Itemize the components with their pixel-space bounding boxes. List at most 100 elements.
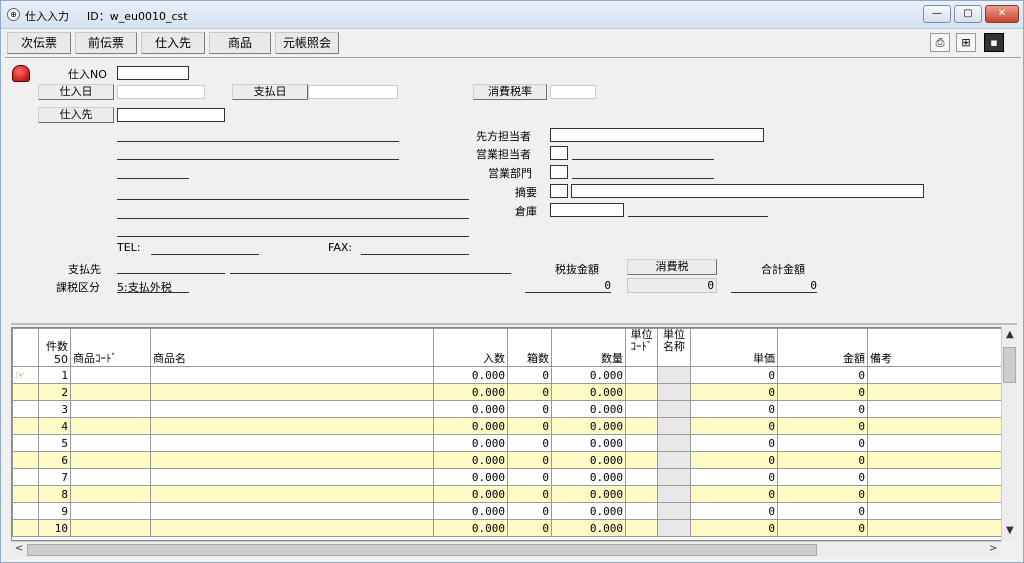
table-row[interactable]: 8 0.000 0 0.000 0 0 — [12, 485, 1009, 503]
row-kingaku-cell[interactable]: 0 — [777, 451, 868, 469]
row-tani-name-cell[interactable] — [657, 383, 691, 401]
kingaku-header[interactable]: 金額 — [777, 328, 868, 367]
product-button[interactable]: 商品 — [209, 32, 271, 54]
row-suryo-cell[interactable]: 0.000 — [551, 366, 626, 384]
row-name-cell[interactable] — [150, 519, 434, 537]
tani-code-header[interactable]: 単位ｺｰﾄﾞ — [625, 328, 658, 367]
horizontal-scrollbar[interactable]: < > — [11, 541, 1001, 557]
row-code-cell[interactable] — [70, 502, 151, 520]
row-biko-cell[interactable] — [867, 383, 1009, 401]
row-tani-name-cell[interactable] — [657, 366, 691, 384]
row-irisu-cell[interactable]: 0.000 — [433, 451, 508, 469]
row-code-cell[interactable] — [70, 434, 151, 452]
vertical-scrollbar[interactable]: ▲ ▼ — [1001, 327, 1017, 541]
row-irisu-cell[interactable]: 0.000 — [433, 366, 508, 384]
print-preview-icon[interactable]: ⎙ — [930, 33, 950, 52]
row-number[interactable]: 7 — [38, 468, 71, 486]
row-tani-code-cell[interactable] — [625, 383, 658, 401]
row-biko-cell[interactable] — [867, 485, 1009, 503]
grid-view-icon[interactable]: ⊞ — [956, 33, 976, 52]
row-irisu-cell[interactable]: 0.000 — [433, 468, 508, 486]
row-number[interactable]: 4 — [38, 417, 71, 435]
row-code-cell[interactable] — [70, 417, 151, 435]
save-icon[interactable]: ▪ — [984, 33, 1004, 52]
row-tani-code-cell[interactable] — [625, 417, 658, 435]
row-code-cell[interactable] — [70, 519, 151, 537]
row-name-cell[interactable] — [150, 366, 434, 384]
row-hakosu-cell[interactable]: 0 — [507, 519, 552, 537]
row-suryo-cell[interactable]: 0.000 — [551, 519, 626, 537]
horizontal-scroll-thumb[interactable] — [27, 544, 817, 556]
row-tani-name-cell[interactable] — [657, 519, 691, 537]
row-irisu-cell[interactable]: 0.000 — [433, 502, 508, 520]
row-tanka-cell[interactable]: 0 — [690, 366, 778, 384]
row-tani-code-cell[interactable] — [625, 485, 658, 503]
row-suryo-cell[interactable]: 0.000 — [551, 502, 626, 520]
shiire-no-input[interactable] — [117, 66, 189, 80]
row-biko-cell[interactable] — [867, 468, 1009, 486]
row-hakosu-cell[interactable]: 0 — [507, 502, 552, 520]
row-irisu-cell[interactable]: 0.000 — [433, 400, 508, 418]
soko-code-input[interactable] — [550, 203, 624, 217]
row-kingaku-cell[interactable]: 0 — [777, 400, 868, 418]
table-row[interactable]: 2 0.000 0 0.000 0 0 — [12, 383, 1009, 401]
row-kingaku-cell[interactable]: 0 — [777, 417, 868, 435]
row-biko-cell[interactable] — [867, 366, 1009, 384]
row-code-cell[interactable] — [70, 400, 151, 418]
row-tani-name-cell[interactable] — [657, 502, 691, 520]
row-suryo-cell[interactable]: 0.000 — [551, 434, 626, 452]
scroll-right-icon[interactable]: > — [989, 543, 997, 554]
biko-header[interactable]: 備考 — [867, 328, 1009, 367]
row-irisu-cell[interactable]: 0.000 — [433, 485, 508, 503]
shiiresaki-button[interactable]: 仕入先 — [38, 107, 114, 123]
table-row[interactable]: ☞ 1 0.000 0 0.000 0 0 — [12, 366, 1009, 384]
row-tani-code-cell[interactable] — [625, 502, 658, 520]
row-number[interactable]: 5 — [38, 434, 71, 452]
row-kingaku-cell[interactable]: 0 — [777, 468, 868, 486]
irisu-header[interactable]: 入数 — [433, 328, 508, 367]
row-name-cell[interactable] — [150, 400, 434, 418]
row-kingaku-cell[interactable]: 0 — [777, 366, 868, 384]
hakosu-header[interactable]: 箱数 — [507, 328, 552, 367]
row-tanka-cell[interactable]: 0 — [690, 485, 778, 503]
table-row[interactable]: 6 0.000 0 0.000 0 0 — [12, 451, 1009, 469]
row-suryo-cell[interactable]: 0.000 — [551, 485, 626, 503]
next-slip-button[interactable]: 次伝票 — [7, 32, 71, 54]
tani-name-header[interactable]: 単位名称 — [657, 328, 691, 367]
row-kingaku-cell[interactable]: 0 — [777, 383, 868, 401]
shiharai-date-button[interactable]: 支払日 — [232, 84, 308, 100]
row-tanka-cell[interactable]: 0 — [690, 451, 778, 469]
row-irisu-cell[interactable]: 0.000 — [433, 417, 508, 435]
row-biko-cell[interactable] — [867, 502, 1009, 520]
row-hakosu-cell[interactable]: 0 — [507, 400, 552, 418]
row-suryo-cell[interactable]: 0.000 — [551, 468, 626, 486]
row-tani-code-cell[interactable] — [625, 468, 658, 486]
tanka-header[interactable]: 単価 — [690, 328, 778, 367]
row-suryo-cell[interactable]: 0.000 — [551, 417, 626, 435]
row-name-cell[interactable] — [150, 485, 434, 503]
table-row[interactable]: 4 0.000 0 0.000 0 0 — [12, 417, 1009, 435]
row-kingaku-cell[interactable]: 0 — [777, 434, 868, 452]
row-number[interactable]: 2 — [38, 383, 71, 401]
table-row[interactable]: 3 0.000 0 0.000 0 0 — [12, 400, 1009, 418]
table-row[interactable]: 5 0.000 0 0.000 0 0 — [12, 434, 1009, 452]
row-number[interactable]: 8 — [38, 485, 71, 503]
row-suryo-cell[interactable]: 0.000 — [551, 451, 626, 469]
row-hakosu-cell[interactable]: 0 — [507, 417, 552, 435]
row-hakosu-cell[interactable]: 0 — [507, 451, 552, 469]
row-tanka-cell[interactable]: 0 — [690, 502, 778, 520]
row-tani-code-cell[interactable] — [625, 434, 658, 452]
name-header[interactable]: 商品名 — [150, 328, 434, 367]
row-tani-name-cell[interactable] — [657, 468, 691, 486]
tekiyo-text-input[interactable] — [571, 184, 924, 198]
row-tanka-cell[interactable]: 0 — [690, 400, 778, 418]
row-code-cell[interactable] — [70, 366, 151, 384]
row-tani-name-cell[interactable] — [657, 400, 691, 418]
row-biko-cell[interactable] — [867, 417, 1009, 435]
ledger-inquiry-button[interactable]: 元帳照会 — [275, 32, 339, 54]
row-tanka-cell[interactable]: 0 — [690, 383, 778, 401]
tax-rate-input[interactable] — [550, 85, 596, 99]
vertical-scroll-thumb[interactable] — [1003, 347, 1016, 383]
shiharai-date-input[interactable] — [308, 85, 398, 99]
shohizei-button[interactable]: 消費税 — [627, 259, 717, 275]
